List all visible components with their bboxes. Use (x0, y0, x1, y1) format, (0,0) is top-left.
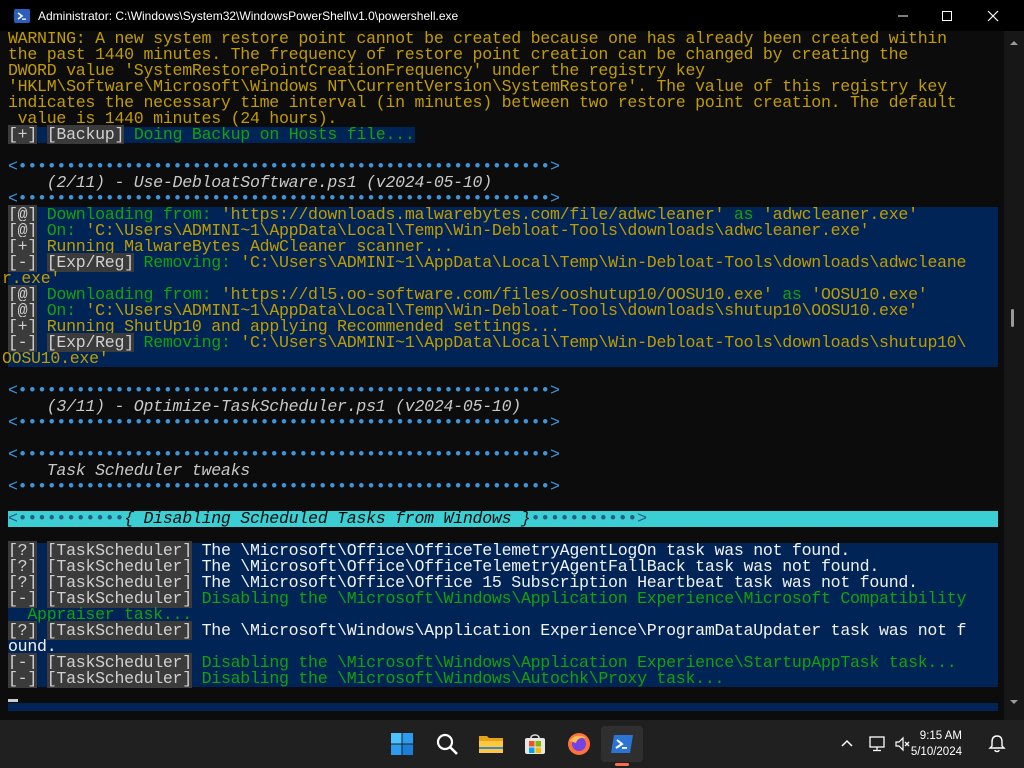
search-button[interactable] (433, 730, 461, 758)
scroll-thumb[interactable] (1011, 309, 1014, 327)
firefox-icon (568, 733, 590, 755)
notification-icon[interactable] (987, 735, 1007, 753)
console-line: [?] [TaskScheduler] The \Microsoft\Windo… (8, 621, 967, 640)
console-output[interactable]: WARNING: A new system restore point cann… (0, 31, 1004, 720)
active-window-indicator (615, 763, 629, 766)
vertical-scrollbar[interactable] (1004, 31, 1024, 720)
console-line: [+] [Backup] Doing Backup on Hosts file.… (8, 125, 415, 144)
chevron-up-icon[interactable] (840, 737, 854, 751)
file-explorer-button[interactable] (477, 730, 505, 758)
console-line: OOSU10.exe' (2, 349, 109, 368)
powershell-icon (611, 735, 633, 753)
close-icon (987, 10, 999, 21)
highlight-band (8, 703, 998, 711)
scroll-down-icon[interactable] (1008, 696, 1020, 708)
minimize-button[interactable] (880, 0, 926, 31)
powershell-app-icon (14, 8, 30, 23)
window-title: Administrator: C:\Windows\System32\Windo… (38, 8, 459, 23)
close-button[interactable] (970, 0, 1016, 31)
scroll-up-icon[interactable] (1008, 37, 1020, 49)
clock-time: 9:15 AM (919, 730, 962, 742)
microsoft-store-icon (525, 734, 545, 754)
taskbar-clock[interactable]: 9:15 AM 5/10/2024 (892, 728, 962, 760)
text-cursor (8, 699, 18, 702)
minimize-icon (898, 15, 908, 16)
console-line: [-] [Exp/Reg] Removing: 'C:\Users\ADMINI… (8, 333, 967, 352)
maximize-button[interactable] (924, 0, 970, 31)
network-icon[interactable] (868, 736, 886, 752)
taskbar: 9:15 AM 5/10/2024 (0, 720, 1024, 768)
section-header: <•••••••••••{ Disabling Scheduled Tasks … (8, 509, 647, 528)
file-explorer-icon (479, 736, 503, 753)
search-icon (436, 733, 458, 755)
start-button[interactable] (388, 730, 416, 758)
microsoft-store-button[interactable] (521, 730, 549, 758)
maximize-icon (942, 10, 952, 21)
firefox-button[interactable] (565, 730, 593, 758)
console-line: <•••••••••••••••••••••••••••••••••••••••… (8, 413, 560, 432)
console-line: <•••••••••••••••••••••••••••••••••••••••… (8, 477, 560, 496)
powershell-taskbar-button[interactable] (608, 730, 636, 758)
windows-start-icon (391, 733, 413, 755)
clock-date: 5/10/2024 (910, 746, 962, 758)
console-line: [-] [TaskScheduler] Disabling the \Micro… (8, 669, 725, 688)
title-bar[interactable]: Administrator: C:\Windows\System32\Windo… (0, 0, 1024, 31)
console-line: [-] [Exp/Reg] Removing: 'C:\Users\ADMINI… (8, 253, 967, 272)
powershell-window[interactable]: Administrator: C:\Windows\System32\Windo… (0, 0, 1024, 720)
